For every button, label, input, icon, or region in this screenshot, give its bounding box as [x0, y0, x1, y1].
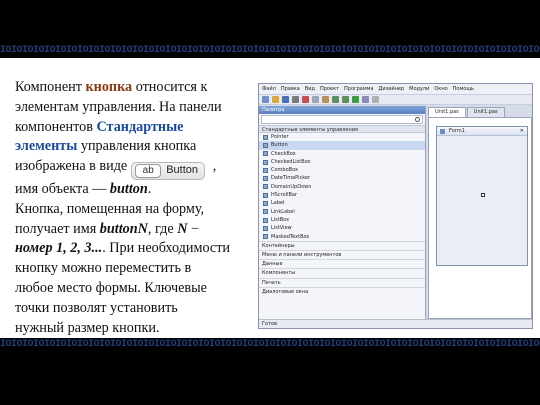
- cut-icon[interactable]: [302, 96, 309, 103]
- copy-icon[interactable]: [312, 96, 319, 103]
- menu-designer[interactable]: Дизайнер: [378, 86, 404, 92]
- listbox-icon: [263, 217, 268, 223]
- palette-item-checkedlistbox[interactable]: CheckedListBox: [259, 158, 425, 166]
- stop-icon[interactable]: [372, 96, 379, 103]
- category-components[interactable]: Компоненты: [259, 268, 425, 278]
- paste-icon[interactable]: [322, 96, 329, 103]
- close-icon: ✕: [519, 128, 524, 134]
- pointer-icon: [263, 134, 268, 140]
- category-dialogs[interactable]: Диалоговые окна: [259, 286, 425, 296]
- maskedtextbox-icon: [263, 234, 268, 240]
- label-icon: [263, 201, 268, 207]
- menu-view[interactable]: Вид: [305, 86, 315, 92]
- binary-pattern-band-bottom: IOIOIOIOIOIOIOIOIOIOIOIOIOIOIOIOIOIOIOIO…: [0, 339, 540, 350]
- menu-program[interactable]: Программа: [344, 86, 373, 92]
- category-menus-toolbars[interactable]: Меню и панели инструментов: [259, 250, 425, 260]
- tool-palette: Палитра Стандартные элементы управления …: [259, 106, 426, 328]
- run-icon[interactable]: [352, 96, 359, 103]
- resize-handle[interactable]: [481, 193, 485, 197]
- new-file-icon[interactable]: [262, 96, 269, 103]
- slide: Компонент кнопка относится к элементам у…: [0, 58, 540, 338]
- form-window[interactable]: Form1 ✕: [436, 126, 528, 266]
- search-icon: [415, 117, 420, 122]
- debug-icon[interactable]: [362, 96, 369, 103]
- palette-item-maskedtextbox[interactable]: MaskedTextBox: [259, 233, 425, 241]
- category-standard[interactable]: Стандартные элементы управления: [259, 125, 425, 133]
- checkedlistbox-icon: [263, 159, 268, 165]
- save-icon[interactable]: [282, 96, 289, 103]
- palette-item-combobox[interactable]: ComboBox: [259, 166, 425, 174]
- category-containers[interactable]: Контейнеры: [259, 240, 425, 251]
- palette-item-hscrollbar[interactable]: HScrollBar: [259, 191, 425, 199]
- domainupdown-icon: [263, 184, 268, 190]
- ide-screenshot: Файл Правка Вид Проект Программа Дизайне…: [258, 83, 533, 329]
- menu-window[interactable]: Окно: [434, 86, 447, 92]
- menu-help[interactable]: Помощь: [453, 86, 474, 92]
- menu-bar: Файл Правка Вид Проект Программа Дизайне…: [259, 84, 532, 95]
- datetimepicker-icon: [263, 176, 268, 182]
- checkbox-icon: [263, 151, 268, 157]
- palette-item-linklabel[interactable]: LinkLabel: [259, 208, 425, 216]
- menu-edit[interactable]: Правка: [281, 86, 300, 92]
- button-component-icon: ab Button: [131, 162, 206, 181]
- palette-item-pointer[interactable]: Pointer: [259, 133, 425, 141]
- palette-item-domainupdown[interactable]: DomainUpDown: [259, 183, 425, 191]
- category-printing[interactable]: Печать: [259, 277, 425, 287]
- tab-unit1-code[interactable]: Unit1.pas: [466, 107, 505, 117]
- document-tabs: Unit1.pas Unit1.pas: [428, 107, 505, 117]
- palette-search-input[interactable]: [261, 115, 423, 124]
- combobox-icon: [263, 167, 268, 173]
- explanation-text: Компонент кнопка относится к элементам у…: [15, 79, 231, 336]
- status-bar: Готов: [259, 319, 532, 328]
- redo-icon[interactable]: [342, 96, 349, 103]
- tab-unit1-designer[interactable]: Unit1.pas: [428, 107, 466, 117]
- category-data[interactable]: Данные: [259, 259, 425, 269]
- listview-icon: [263, 225, 268, 231]
- hscrollbar-icon: [263, 192, 268, 198]
- palette-item-datetimepicker[interactable]: DateTimePicker: [259, 174, 425, 182]
- form-caption: Form1 ✕: [437, 127, 527, 136]
- toolbar: [259, 95, 532, 105]
- button-icon: [263, 142, 268, 148]
- linklabel-icon: [263, 209, 268, 215]
- menu-modules[interactable]: Модули: [409, 86, 429, 92]
- palette-title: Палитра: [259, 106, 425, 114]
- menu-file[interactable]: Файл: [262, 86, 276, 92]
- undo-icon[interactable]: [332, 96, 339, 103]
- open-folder-icon[interactable]: [272, 96, 279, 103]
- form-icon: [440, 129, 445, 134]
- menu-project[interactable]: Проект: [320, 86, 339, 92]
- form-designer: Form1 ✕: [428, 117, 532, 319]
- palette-item-listbox[interactable]: ListBox: [259, 216, 425, 224]
- print-icon[interactable]: [292, 96, 299, 103]
- palette-item-button[interactable]: Button: [259, 141, 425, 150]
- binary-pattern-band-top: IOIOIOIOIOIOIOIOIOIOIOIOIOIOIOIOIOIOIOIO…: [0, 45, 540, 56]
- palette-item-label[interactable]: Label: [259, 199, 425, 207]
- palette-item-checkbox[interactable]: CheckBox: [259, 150, 425, 158]
- palette-item-listview[interactable]: ListView: [259, 224, 425, 232]
